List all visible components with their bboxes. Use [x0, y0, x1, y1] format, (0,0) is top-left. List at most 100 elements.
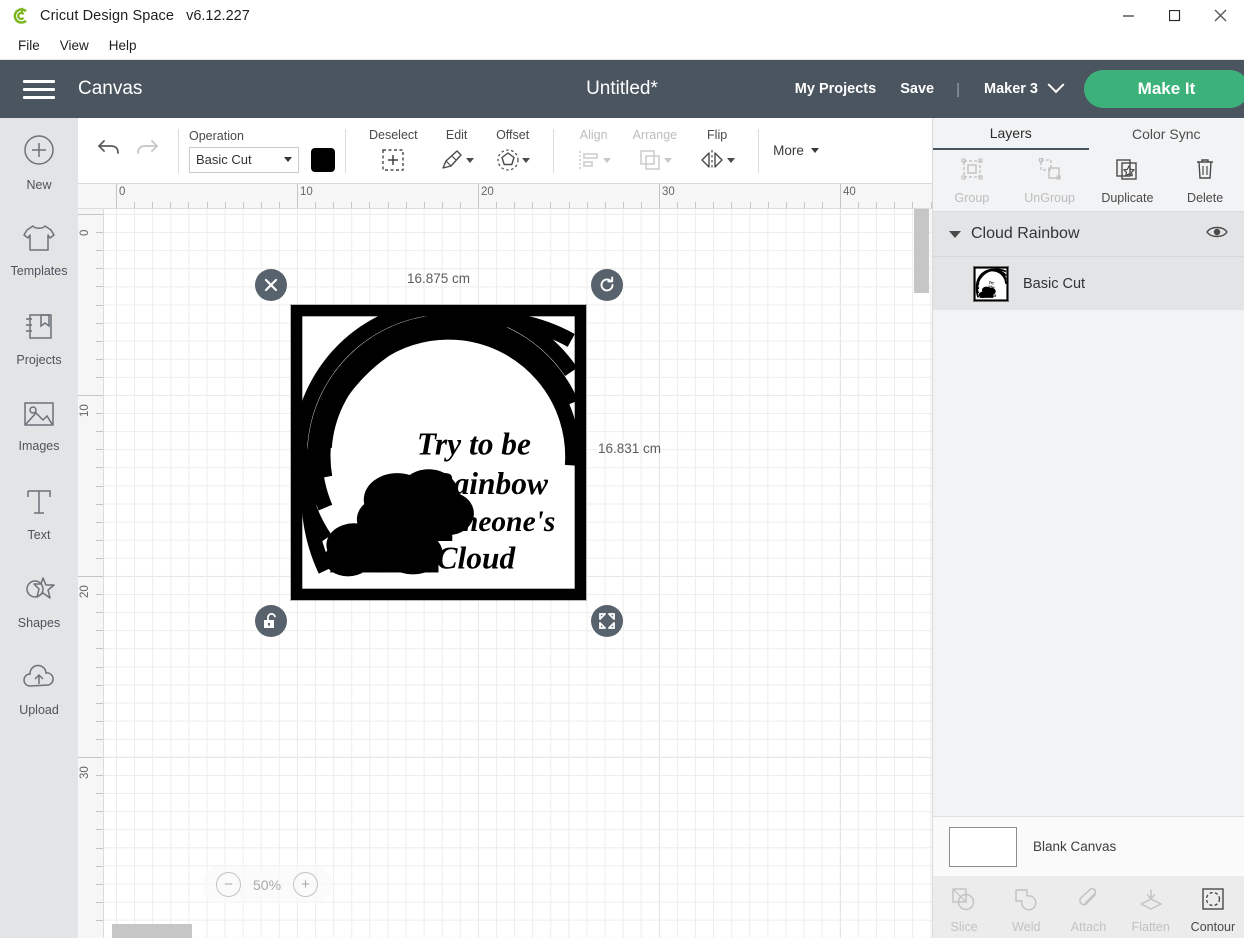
scrollbar-thumb[interactable] — [112, 924, 192, 938]
sidebar-item-projects[interactable]: Projects — [0, 294, 78, 382]
ruler-minor-tick — [188, 202, 190, 208]
app-window: Cricut Design Space v6.12.227 File View … — [0, 0, 1244, 938]
triangle-down-icon[interactable] — [949, 230, 961, 238]
ruler-minor-tick — [278, 202, 280, 208]
more-button[interactable]: More — [759, 143, 833, 158]
color-swatch[interactable] — [311, 147, 335, 172]
ruler-minor-tick — [96, 594, 103, 596]
ruler-tick-label: 40 — [843, 186, 856, 198]
group-button[interactable]: Group — [933, 150, 1011, 211]
rotate-handle[interactable] — [591, 269, 623, 301]
unlock-icon — [264, 612, 276, 628]
menu-item-view[interactable]: View — [50, 35, 99, 56]
canvas-vertical-scrollbar[interactable] — [914, 209, 929, 909]
sidebar-item-label: New — [26, 177, 52, 192]
tab-color-sync[interactable]: Color Sync — [1089, 118, 1244, 150]
sidebar-item-upload[interactable]: Upload — [0, 646, 78, 734]
tool-group-arrange: Align Arrange Flip — [554, 128, 758, 173]
scrollbar-thumb[interactable] — [914, 209, 929, 293]
ruler-minor-tick — [96, 793, 103, 795]
ruler-minor-tick — [387, 202, 389, 208]
canvas-grid[interactable]: 16.875 cm 16.831 cm Try to be a Rainbow … — [104, 209, 932, 938]
save-button[interactable]: Save — [888, 75, 946, 103]
slice-button[interactable]: Slice — [933, 887, 995, 938]
attach-button[interactable]: Attach — [1057, 887, 1119, 938]
artwork-cloud-rainbow[interactable]: Try to be a Rainbow in someone's Cloud — [291, 305, 586, 600]
tab-layers[interactable]: Layers — [933, 118, 1089, 150]
ruler-minor-tick — [96, 431, 103, 433]
minimize-icon[interactable] — [1106, 0, 1152, 32]
close-icon[interactable] — [1198, 0, 1244, 32]
menu-item-help[interactable]: Help — [99, 35, 147, 56]
svg-text:Cloud: Cloud — [437, 541, 517, 576]
menu-item-file[interactable]: File — [8, 35, 50, 56]
canvas-swatch[interactable] — [949, 826, 1017, 867]
sidebar-item-templates[interactable]: Templates — [0, 206, 78, 294]
zoom-control[interactable]: − 50% + — [202, 866, 333, 903]
ruler-tick-label: 0 — [119, 186, 126, 198]
delete-handle[interactable] — [255, 269, 287, 301]
zoom-in-button[interactable]: + — [293, 872, 319, 897]
ruler-minor-tick — [713, 202, 715, 208]
ruler-minor-tick — [803, 202, 805, 208]
eye-icon[interactable] — [1206, 224, 1228, 245]
my-projects-button[interactable]: My Projects — [783, 75, 888, 103]
ruler-minor-tick — [96, 449, 103, 451]
list-item[interactable]: Try Rbw smne Cld Basic Cut — [933, 256, 1244, 310]
arrange-icon — [638, 147, 672, 173]
maximize-icon[interactable] — [1152, 0, 1198, 32]
canvas-background-selector[interactable]: Blank Canvas — [933, 816, 1244, 876]
sidebar-item-shapes[interactable]: Shapes — [0, 558, 78, 646]
undo-icon[interactable] — [96, 137, 122, 164]
ruler-minor-tick — [351, 202, 353, 208]
sidebar-item-label: Templates — [10, 263, 68, 278]
bottom-operations: Slice Weld Attach Flatten Contour — [933, 876, 1244, 938]
sidebar-item-text[interactable]: Text — [0, 470, 78, 558]
weld-button[interactable]: Weld — [995, 887, 1057, 938]
redo-icon[interactable] — [134, 137, 160, 164]
ruler-minor-tick — [96, 304, 103, 306]
sidebar-item-new[interactable]: New — [0, 118, 78, 206]
contour-button[interactable]: Contour — [1182, 887, 1244, 938]
app-header: Canvas Untitled* My Projects Save | Make… — [0, 60, 1244, 118]
offset-button[interactable]: Offset — [485, 128, 541, 173]
sidebar-item-images[interactable]: Images — [0, 382, 78, 470]
resize-handle[interactable] — [591, 605, 623, 637]
make-it-button[interactable]: Make It — [1084, 70, 1244, 108]
chevron-down-icon — [284, 157, 292, 162]
edit-button[interactable]: Edit — [429, 128, 485, 173]
canvas-area[interactable]: 0 10 20 30 40 0 10 20 30 40 16.875 cm 16.831 cm — [78, 184, 932, 938]
selection-bounding-box[interactable]: Try to be a Rainbow in someone's Cloud — [290, 304, 587, 601]
ungroup-button[interactable]: UnGroup — [1011, 150, 1089, 211]
canvas-horizontal-scrollbar[interactable] — [104, 924, 904, 938]
flip-button[interactable]: Flip — [688, 128, 746, 173]
hamburger-menu-icon[interactable] — [0, 79, 78, 99]
ruler-minor-tick — [369, 202, 371, 208]
machine-selector[interactable]: Maker 3 — [970, 76, 1076, 97]
layer-group-row[interactable]: Cloud Rainbow — [933, 212, 1244, 256]
ruler-minor-tick — [96, 919, 103, 921]
align-button[interactable]: Align — [566, 128, 622, 173]
deselect-button[interactable]: Deselect — [358, 128, 429, 173]
tool-label: Offset — [496, 128, 530, 142]
ruler-minor-tick — [242, 202, 244, 208]
duplicate-button[interactable]: Duplicate — [1089, 150, 1167, 211]
ruler-minor-tick — [96, 829, 103, 831]
rainbow-cloud-thumbnail: Try Rbw smne Cld — [973, 265, 1009, 302]
offset-icon — [496, 147, 530, 173]
ruler-minor-tick — [785, 202, 787, 208]
unlock-handle[interactable] — [255, 605, 287, 637]
sidebar-item-label: Images — [18, 438, 60, 453]
flatten-button[interactable]: Flatten — [1120, 887, 1182, 938]
ruler-minor-tick — [96, 376, 103, 378]
arrange-button[interactable]: Arrange — [622, 128, 688, 173]
ruler-major-tick — [659, 184, 660, 208]
operation-select[interactable]: Basic Cut — [189, 146, 299, 173]
delete-button[interactable]: Delete — [1166, 150, 1244, 211]
chevron-down-icon — [810, 148, 819, 153]
zoom-out-button[interactable]: − — [216, 872, 241, 897]
layer-name: Basic Cut — [1023, 275, 1086, 292]
ruler-minor-tick — [134, 202, 136, 208]
window-titlebar: Cricut Design Space v6.12.227 — [0, 0, 1244, 32]
ruler-minor-tick — [96, 286, 103, 288]
